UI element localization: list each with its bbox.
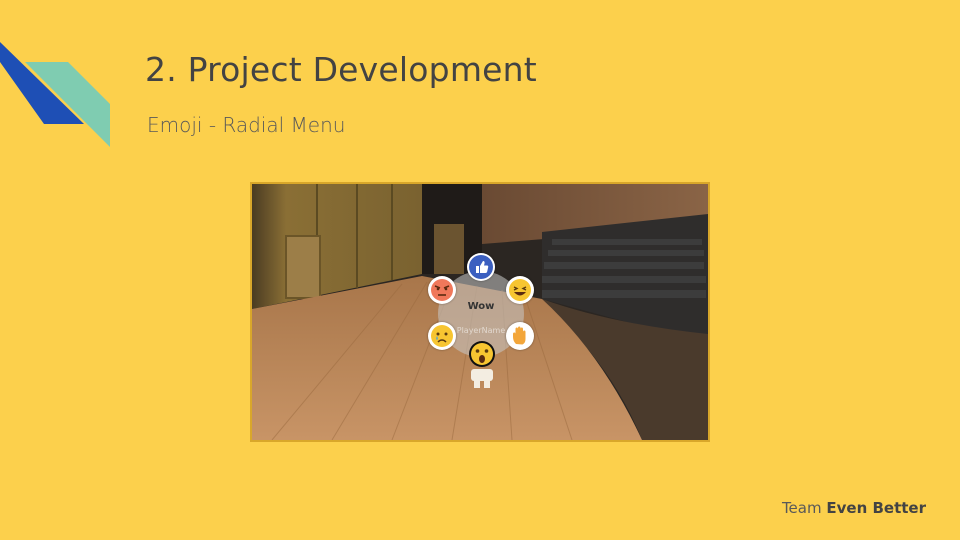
team-footer: Team Even Better <box>782 499 926 517</box>
emoji-option-like[interactable] <box>467 253 495 281</box>
footer-team-name: Even Better <box>826 499 926 517</box>
corner-decoration <box>0 42 110 147</box>
laughing-face-icon <box>509 279 531 301</box>
wow-face-icon <box>471 343 493 365</box>
thumbs-up-icon <box>469 255 493 279</box>
raised-hand-icon <box>513 326 526 345</box>
footer-prefix: Team <box>781 499 822 517</box>
angry-face-icon <box>431 279 453 301</box>
player-avatar <box>469 341 495 388</box>
slide-subtitle: Emoji - Radial Menu <box>147 113 346 137</box>
slide-title: 2. Project Development <box>145 50 537 89</box>
crying-face-icon <box>431 325 453 347</box>
emoji-option-sad[interactable] <box>428 322 456 350</box>
emoji-option-angry[interactable] <box>428 276 456 304</box>
emoji-option-laugh[interactable] <box>506 276 534 304</box>
game-screenshot: Wow PlayerName <box>250 182 710 442</box>
emoji-option-hand[interactable] <box>506 322 534 350</box>
